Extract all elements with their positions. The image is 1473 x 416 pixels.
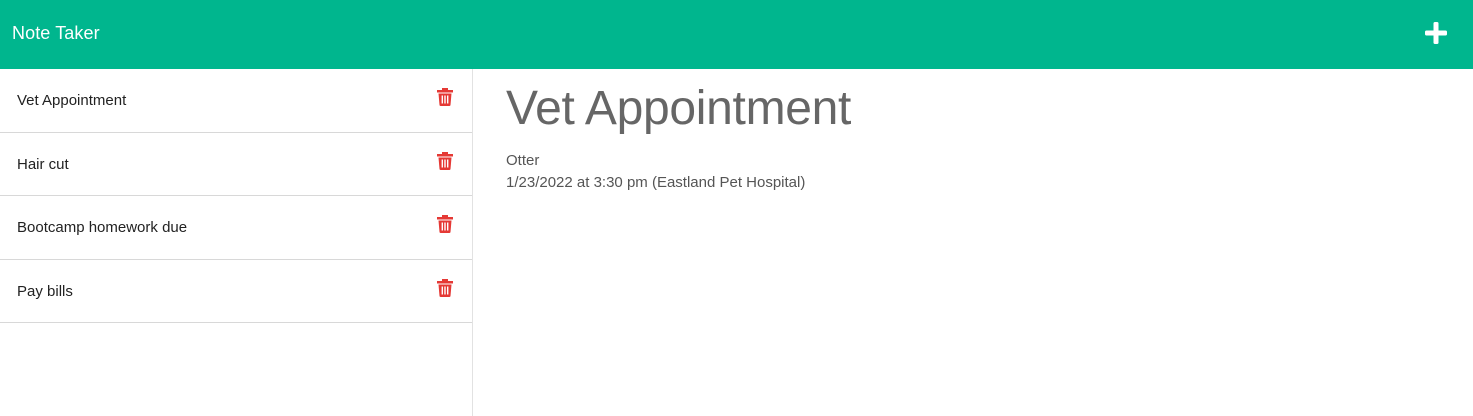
note-text[interactable]: Otter 1/23/2022 at 3:30 pm (Eastland Pet… bbox=[506, 150, 805, 194]
plus-icon bbox=[1425, 22, 1447, 44]
list-item[interactable]: Bootcamp homework due bbox=[0, 196, 472, 260]
trash-icon[interactable] bbox=[437, 278, 453, 297]
note-text-line: Otter bbox=[506, 152, 540, 169]
trash-icon[interactable] bbox=[437, 151, 453, 170]
list-item[interactable]: Vet Appointment bbox=[0, 69, 472, 133]
note-text-line: 1/23/2022 at 3:30 pm (Eastland Pet Hospi… bbox=[506, 174, 806, 191]
trash-icon[interactable] bbox=[437, 88, 453, 106]
note-title-heading[interactable]: Vet Appointment bbox=[506, 83, 851, 135]
add-note-button[interactable] bbox=[1425, 22, 1447, 44]
note-title[interactable]: Vet Appointment bbox=[17, 91, 126, 110]
app-title[interactable]: Note Taker bbox=[12, 22, 100, 44]
list-item[interactable]: Hair cut bbox=[0, 133, 472, 196]
note-title[interactable]: Pay bills bbox=[17, 282, 73, 301]
list-item[interactable]: Pay bills bbox=[0, 260, 472, 323]
trash-icon[interactable] bbox=[437, 215, 453, 233]
note-title[interactable]: Bootcamp homework due bbox=[17, 218, 187, 237]
note-viewer: Vet Appointment Otter 1/23/2022 at 3:30 … bbox=[474, 69, 1473, 416]
notes-sidebar: Vet Appointment Hair cut Bootcamp homewo… bbox=[0, 69, 473, 416]
note-title[interactable]: Hair cut bbox=[17, 155, 69, 174]
note-list: Vet Appointment Hair cut Bootcamp homewo… bbox=[0, 69, 472, 323]
navbar: Note Taker bbox=[0, 0, 1473, 69]
